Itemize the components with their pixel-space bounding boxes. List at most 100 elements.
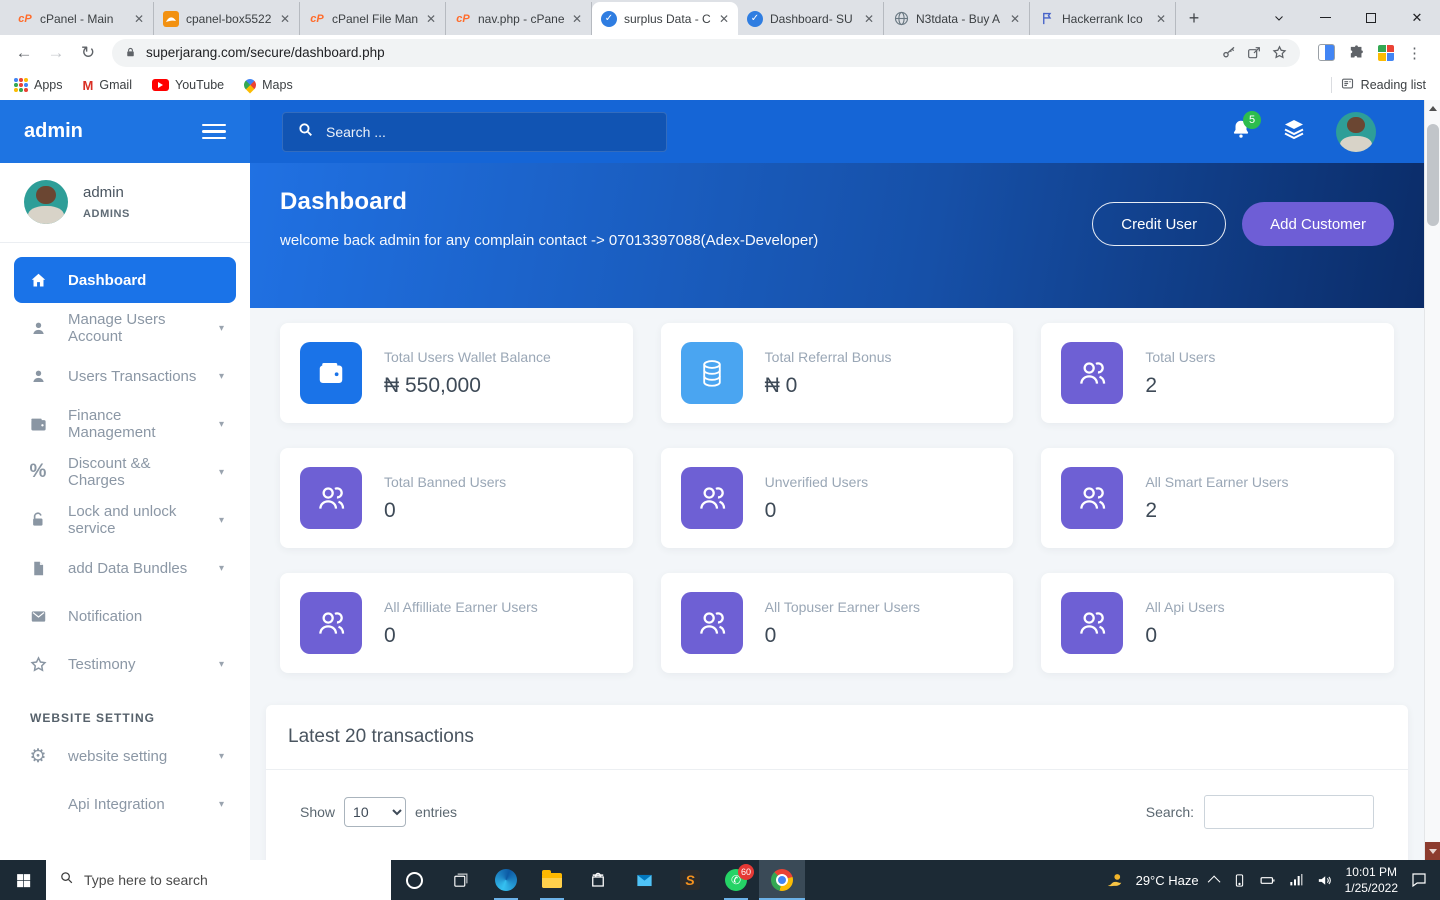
tab-cpanel-main[interactable]: cP cPanel - Main ✕ — [8, 2, 154, 35]
users-icon — [1061, 467, 1123, 529]
tab-close-icon[interactable]: ✕ — [1156, 12, 1166, 26]
new-tab-button[interactable]: + — [1180, 4, 1208, 32]
mail-icon[interactable] — [621, 860, 667, 900]
tab-close-icon[interactable]: ✕ — [864, 12, 874, 26]
sidebar-item-website-setting[interactable]: ⚙ website setting ▾ — [14, 733, 236, 779]
taskbar-clock[interactable]: 10:01 PM 1/25/2022 — [1345, 864, 1398, 896]
tab-close-icon[interactable]: ✕ — [280, 12, 290, 26]
reload-button[interactable]: ↻ — [74, 39, 102, 67]
layers-icon[interactable] — [1282, 117, 1306, 146]
bookmark-star-icon[interactable] — [1271, 44, 1288, 61]
reading-list-extension-icon[interactable] — [1318, 44, 1335, 61]
microsoft-store-icon[interactable] — [575, 860, 621, 900]
stat-label: Total Users — [1145, 349, 1215, 365]
key-icon[interactable] — [1221, 45, 1237, 61]
app-search-input[interactable] — [326, 124, 652, 140]
sidebar-item-testimony[interactable]: Testimony ▾ — [14, 641, 236, 687]
whatsapp-badge: 60 — [738, 864, 754, 880]
scroll-down-arrow[interactable] — [1425, 842, 1440, 860]
navbar-right: 5 — [1230, 112, 1392, 152]
address-bar[interactable]: superjarang.com/secure/dashboard.php — [112, 39, 1300, 67]
tab-phpmyadmin[interactable]: cpanel-box5522 ✕ — [154, 2, 300, 35]
entries-select[interactable]: 10 — [344, 797, 406, 827]
sidebar-item-api-integration[interactable]: Api Integration ▾ — [14, 781, 236, 827]
profile-chevron-icon[interactable] — [1256, 0, 1302, 35]
cortana-icon[interactable] — [391, 860, 437, 900]
forward-button[interactable]: → — [42, 39, 70, 67]
add-customer-button[interactable]: Add Customer — [1242, 202, 1394, 246]
hamburger-menu-icon[interactable] — [202, 120, 226, 144]
bookmark-label: Gmail — [99, 78, 132, 92]
scrollbar-thumb[interactable] — [1427, 124, 1439, 226]
tab-cpanel-filemanager[interactable]: cP cPanel File Man ✕ — [300, 2, 446, 35]
file-explorer-icon[interactable] — [529, 860, 575, 900]
minimize-button[interactable] — [1302, 0, 1348, 35]
notifications-bell-icon[interactable]: 5 — [1230, 118, 1252, 145]
back-button[interactable]: ← — [10, 39, 38, 67]
action-center-icon[interactable] — [1410, 871, 1428, 889]
tab-close-icon[interactable]: ✕ — [134, 12, 144, 26]
close-window-button[interactable]: ✕ — [1394, 0, 1440, 35]
sidebar-item-finance-management[interactable]: Finance Management ▾ — [14, 401, 236, 447]
sublime-icon[interactable]: S — [667, 860, 713, 900]
tab-close-icon[interactable]: ✕ — [426, 12, 436, 26]
tab-close-icon[interactable]: ✕ — [1010, 12, 1020, 26]
tray-expand-chevron[interactable] — [1207, 875, 1220, 888]
users-icon — [681, 592, 743, 654]
tab-hackerrank[interactable]: Hackerrank Ico ✕ — [1030, 2, 1176, 35]
browser-tab-strip: cP cPanel - Main ✕ cpanel-box5522 ✕ cP c… — [0, 0, 1440, 35]
weather-icon[interactable] — [1105, 871, 1124, 890]
maximize-button[interactable] — [1348, 0, 1394, 35]
stat-value: 0 — [384, 499, 506, 523]
bookmark-maps[interactable]: Maps — [244, 78, 293, 92]
tab-n3tdata[interactable]: N3tdata - Buy A ✕ — [884, 2, 1030, 35]
chevron-down-icon: ▾ — [219, 799, 224, 810]
your-phone-icon[interactable] — [1232, 873, 1247, 888]
table-search-input[interactable] — [1204, 795, 1374, 829]
task-view-icon[interactable] — [437, 860, 483, 900]
share-icon[interactable] — [1246, 45, 1262, 61]
edge-icon[interactable] — [483, 860, 529, 900]
url-text[interactable]: superjarang.com/secure/dashboard.php — [146, 45, 1212, 60]
sidebar-item-notification[interactable]: Notification — [14, 593, 236, 639]
bookmark-apps[interactable]: Apps — [14, 78, 63, 92]
whatsapp-icon[interactable]: ✆60 — [713, 860, 759, 900]
users-icon — [1061, 342, 1123, 404]
taskbar-search-box[interactable] — [46, 860, 391, 900]
credit-user-button[interactable]: Credit User — [1092, 202, 1226, 246]
scroll-up-arrow[interactable] — [1425, 100, 1440, 116]
sidebar-item-manage-users-account[interactable]: Manage Users Account ▾ — [14, 305, 236, 351]
sidebar-item-add-data-bundles[interactable]: add Data Bundles ▾ — [14, 545, 236, 591]
sidebar-section-website-setting: WEBSITE SETTING — [0, 689, 250, 731]
puzzle-extensions-icon[interactable] — [1348, 44, 1365, 61]
tab-close-icon[interactable]: ✕ — [572, 12, 582, 26]
tab-label: Dashboard- SU — [770, 12, 857, 26]
bookmark-youtube[interactable]: YouTube — [152, 78, 224, 92]
tab-dashboard-su[interactable]: ✓ Dashboard- SU ✕ — [738, 2, 884, 35]
coins-icon — [681, 342, 743, 404]
browser-menu-icon[interactable]: ⋮ — [1407, 44, 1422, 62]
app-search-bar[interactable] — [282, 112, 667, 152]
sidebar: admin ADMINS Dashboard Manage Users Acco… — [0, 163, 250, 860]
chrome-icon[interactable] — [759, 860, 805, 900]
reading-list-icon — [1340, 76, 1355, 94]
tab-surplus-data-active[interactable]: ✓ surplus Data - C ✕ — [592, 2, 738, 35]
colorful-extension-icon[interactable] — [1378, 45, 1394, 61]
bookmark-gmail[interactable]: M Gmail — [83, 78, 133, 93]
sidebar-item-discount-charges[interactable]: % Discount && Charges ▾ — [14, 449, 236, 495]
page-scrollbar[interactable] — [1424, 100, 1440, 860]
tab-navphp[interactable]: cP nav.php - cPane ✕ — [446, 2, 592, 35]
sidebar-item-users-transactions[interactable]: Users Transactions ▾ — [14, 353, 236, 399]
weather-text[interactable]: 29°C Haze — [1136, 873, 1199, 888]
network-icon[interactable] — [1288, 872, 1304, 888]
reading-list-button[interactable]: Reading list — [1340, 76, 1426, 94]
user-avatar[interactable] — [1336, 112, 1376, 152]
taskbar-search-input[interactable] — [84, 872, 378, 888]
sidebar-item-lock-unlock-service[interactable]: Lock and unlock service ▾ — [14, 497, 236, 543]
battery-icon[interactable] — [1259, 872, 1276, 889]
tab-close-icon[interactable]: ✕ — [719, 12, 729, 26]
volume-icon[interactable] — [1316, 872, 1333, 889]
sidebar-item-dashboard[interactable]: Dashboard — [14, 257, 236, 303]
extensions-area: ⋮ — [1310, 44, 1430, 62]
start-button[interactable] — [0, 860, 46, 900]
